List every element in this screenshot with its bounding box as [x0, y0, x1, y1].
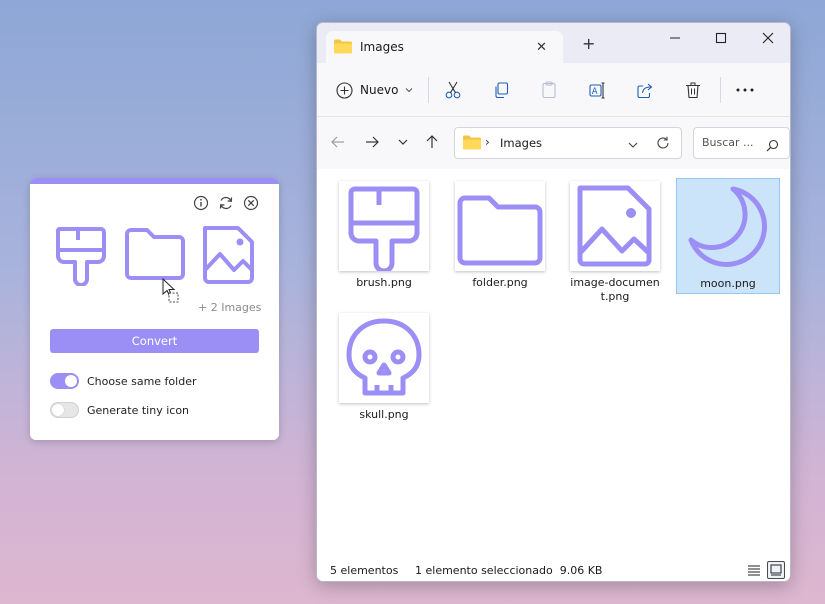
- option-label: Generate tiny icon: [87, 403, 190, 417]
- new-button[interactable]: Nuevo: [336, 80, 414, 100]
- file-name: brush.png: [356, 276, 412, 289]
- file-thumbnail: [455, 181, 545, 271]
- tiles-view-icon[interactable]: [767, 561, 785, 579]
- brush-icon: [348, 186, 420, 271]
- details-view-icon[interactable]: [745, 561, 763, 579]
- new-tab-icon[interactable]: +: [582, 36, 595, 52]
- search-icon[interactable]: [766, 137, 779, 156]
- more-images-label: + 2 Images: [198, 301, 262, 314]
- image-document-icon: [577, 185, 652, 267]
- breadcrumb-path[interactable]: Images: [500, 136, 542, 150]
- option-generate-tiny-icon[interactable]: Generate tiny icon: [50, 401, 189, 419]
- skull-icon: [346, 318, 422, 396]
- refresh-icon[interactable]: [656, 135, 670, 154]
- file-name: folder.png: [472, 276, 528, 289]
- file-thumbnail: [339, 181, 429, 271]
- status-bar: 5 elementos 1 elemento seleccionado 9.06…: [317, 553, 790, 581]
- command-bar: Nuevo A: [317, 63, 790, 117]
- toggle-knob: [65, 375, 77, 387]
- title-bar: Images ✕ +: [317, 23, 790, 63]
- refresh-icon[interactable]: [218, 195, 234, 211]
- tab-close-icon[interactable]: ✕: [536, 40, 547, 55]
- maximize-icon[interactable]: [711, 29, 731, 49]
- file-item-moon[interactable]: moon.png: [676, 178, 780, 294]
- share-icon[interactable]: [637, 80, 654, 100]
- copy-icon[interactable]: [493, 80, 509, 100]
- folder-icon: [124, 224, 186, 282]
- file-item-folder[interactable]: folder.png: [448, 178, 552, 290]
- new-button-label: Nuevo: [360, 83, 399, 97]
- file-thumbnail: [683, 182, 773, 272]
- file-explorer-window: Images ✕ + Nuevo A › Images Buscar ... b…: [316, 22, 791, 582]
- toolbar-divider: [720, 77, 721, 103]
- info-icon[interactable]: [193, 195, 209, 211]
- file-thumbnail: [570, 181, 660, 271]
- image-document-icon: [200, 224, 256, 286]
- up-icon[interactable]: [425, 135, 439, 149]
- minimize-icon[interactable]: [665, 29, 685, 49]
- forward-icon[interactable]: [365, 135, 379, 149]
- file-thumbnail: [339, 313, 429, 403]
- file-item-skull[interactable]: skull.png: [332, 310, 436, 422]
- option-choose-same-folder[interactable]: Choose same folder: [50, 372, 197, 390]
- drag-cursor-icon: [161, 277, 181, 308]
- item-count: 5 elementos: [330, 564, 399, 577]
- recent-chevron-down-icon[interactable]: [397, 135, 409, 149]
- file-name: moon.png: [700, 277, 756, 290]
- address-path-field[interactable]: › Images: [454, 127, 682, 159]
- toolbar-divider: [428, 77, 429, 103]
- address-dropdown-icon[interactable]: [627, 136, 639, 155]
- close-icon[interactable]: [243, 195, 259, 211]
- moon-icon: [688, 186, 767, 267]
- tab-title: Images: [360, 40, 404, 54]
- file-item-brush[interactable]: brush.png: [332, 178, 436, 290]
- convert-button[interactable]: Convert: [50, 329, 259, 353]
- folder-icon: [463, 135, 481, 154]
- back-icon[interactable]: [331, 135, 345, 149]
- folder-icon: [457, 195, 543, 266]
- selection-info: 1 elemento seleccionado 9.06 KB: [415, 564, 603, 577]
- tab-images[interactable]: Images ✕: [326, 31, 563, 63]
- file-item-image-document[interactable]: image-documen t.png: [563, 178, 667, 304]
- converter-widget: + 2 Images Convert Choose same folder Ge…: [30, 178, 279, 440]
- breadcrumb-chevron-icon: ›: [485, 135, 490, 149]
- option-label: Choose same folder: [87, 374, 197, 388]
- paste-icon[interactable]: [541, 80, 557, 100]
- toggle-switch-off[interactable]: [50, 402, 79, 418]
- toggle-knob: [52, 404, 64, 416]
- brush-icon: [54, 224, 108, 286]
- cut-icon[interactable]: [445, 80, 461, 100]
- file-list: brush.png folder.png image-documen t.png: [317, 169, 790, 553]
- delete-icon[interactable]: [685, 80, 701, 100]
- svg-text:A: A: [592, 87, 598, 97]
- folder-icon: [334, 39, 352, 58]
- window-close-icon[interactable]: [758, 29, 778, 49]
- plus-circle-icon: [336, 81, 353, 99]
- address-bar: › Images: [317, 117, 790, 169]
- chevron-down-icon: [406, 88, 413, 93]
- search-input[interactable]: [702, 136, 762, 149]
- toggle-switch-on[interactable]: [50, 373, 79, 389]
- search-box[interactable]: [693, 127, 790, 159]
- more-icon[interactable]: [736, 80, 754, 100]
- widget-accent-bar: [30, 178, 279, 184]
- rename-icon[interactable]: A: [589, 80, 606, 100]
- file-name: skull.png: [359, 408, 409, 421]
- file-name: image-documen t.png: [570, 276, 660, 303]
- preview-icons: [54, 224, 259, 286]
